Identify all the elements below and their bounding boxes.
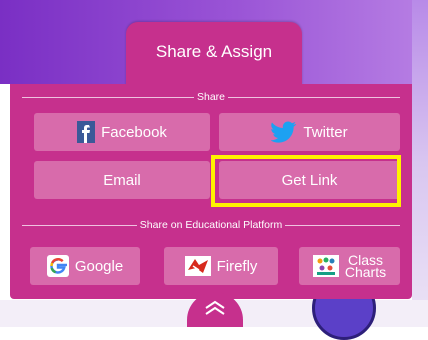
facebook-label: Facebook [101, 123, 167, 141]
share-section-divider: Share [22, 90, 400, 104]
class-charts-icon [312, 255, 339, 277]
twitter-icon [271, 121, 297, 143]
class-charts-label-line2: Charts [344, 264, 387, 280]
google-label: Google [74, 257, 124, 275]
get-link-highlight [211, 155, 401, 207]
share-assign-tab[interactable]: Share & Assign [126, 22, 302, 86]
facebook-icon [77, 121, 96, 143]
twitter-label: Twitter [303, 123, 348, 141]
twitter-button[interactable]: Twitter [219, 113, 400, 151]
class-charts-label: Class Charts [344, 253, 387, 280]
email-button[interactable]: Email [34, 161, 210, 199]
share-section-label: Share [196, 91, 226, 103]
right-edge-background [412, 0, 428, 327]
platform-section-label: Share on Educational Platform [139, 219, 283, 231]
firefly-button[interactable]: Firefly [164, 247, 278, 285]
email-label: Email [103, 171, 141, 189]
chevron-up-icon [205, 300, 225, 315]
firefly-label: Firefly [216, 257, 258, 275]
class-charts-button[interactable]: Class Charts [299, 247, 400, 285]
firefly-icon [184, 256, 211, 276]
platform-section-divider: Share on Educational Platform [22, 218, 401, 232]
facebook-button[interactable]: Facebook [34, 113, 210, 151]
google-icon [46, 255, 69, 277]
google-button[interactable]: Google [30, 247, 140, 285]
tab-label: Share & Assign [155, 42, 273, 61]
